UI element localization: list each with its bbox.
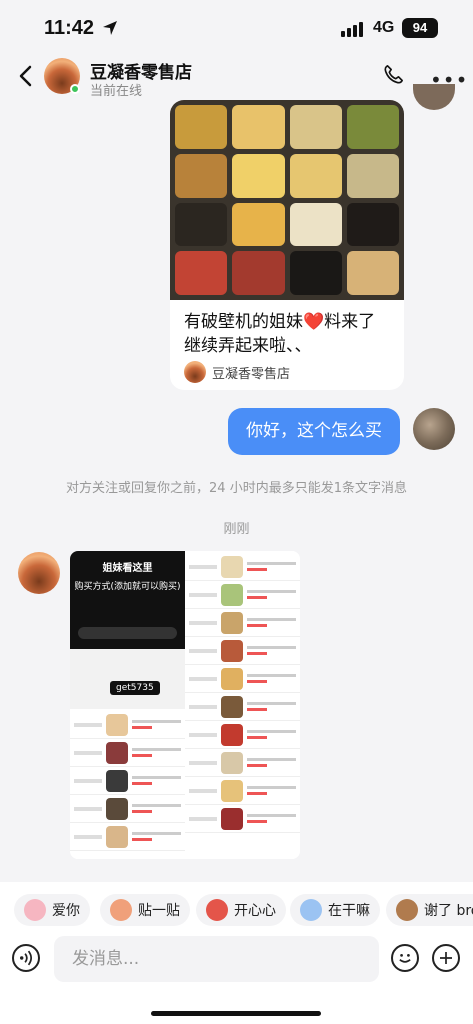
quick-reply-label: 谢了 bro [424,903,473,919]
status-time: 11:42 [44,17,95,39]
image-code: get5735 [110,681,160,695]
monkey-hug-icon [110,899,132,921]
message-input[interactable] [54,936,379,982]
battery-icon: 94 [402,18,438,38]
home-indicator [151,1011,321,1016]
signal-icon [341,22,363,37]
phone-icon[interactable] [382,64,404,86]
monkey-thanks-icon [396,899,418,921]
online-status: 当前在线 [90,84,143,99]
quick-reply-chip[interactable]: 爱你 [14,894,90,926]
message-input-bar [0,936,473,1024]
product-card[interactable]: 有破壁机的姐妹❤️料来了 继续弄起来啦、、 豆凝香零售店 [170,100,404,390]
image-subtitle: 购买方式(添加就可以购买) [74,582,181,592]
quick-reply-chip[interactable]: 谢了 bro [386,894,473,926]
back-icon[interactable] [16,64,36,88]
image-message[interactable]: 姐妹看这里 购买方式(添加就可以购买) get5735 [70,551,300,859]
image-title: 姐妹看这里 [102,563,153,574]
network-type: 4G [373,19,395,36]
product-image [170,100,404,300]
red-face-icon [206,899,228,921]
quick-reply-chip[interactable]: 开心心 [196,894,286,926]
quick-reply-chip[interactable]: 贴一贴 [100,894,190,926]
online-indicator [70,84,80,94]
voice-icon[interactable] [12,944,40,972]
source-name: 豆凝香零售店 [212,366,291,382]
quick-reply-label: 爱你 [52,903,80,919]
emoji-icon[interactable] [391,944,419,972]
quick-reply-label: 在干嘛 [328,903,370,919]
location-arrow-icon [103,21,117,35]
system-notice: 对方关注或回复你之前，24 小时内最多只能发1条文字消息 [66,481,407,496]
plus-icon[interactable] [432,944,460,972]
my-avatar[interactable] [413,408,455,450]
shop-avatar[interactable] [18,552,60,594]
chat-header: 豆凝香零售店 当前在线 ••• [0,56,473,99]
quick-reply-label: 贴一贴 [138,903,180,919]
product-caption: 有破壁机的姐妹❤️料来了 继续弄起来啦、、 [184,312,376,356]
status-bar: 11:42 4G 94 [0,0,473,56]
product-source: 豆凝香零售店 [184,361,290,383]
source-avatar [184,361,206,383]
quick-reply-bar: 爱你 贴一贴 开心心 在干嘛 谢了 bro [0,882,473,936]
quick-reply-chip[interactable]: 在干嘛 [290,894,380,926]
my-avatar [413,84,455,110]
timestamp: 刚刚 [223,522,250,537]
bunny-icon [300,899,322,921]
pig-love-icon [24,899,46,921]
quick-reply-label: 开心心 [234,903,276,919]
my-message-bubble[interactable]: 你好，这个怎么买 [228,408,400,455]
